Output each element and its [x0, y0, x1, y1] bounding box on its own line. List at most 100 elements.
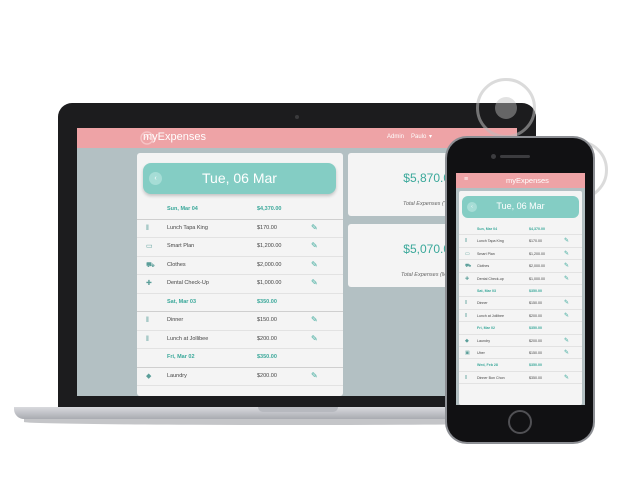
expense-row[interactable]: ◆ Laundry $200.00 ✎ — [137, 368, 343, 386]
hamburger-menu-icon[interactable]: ≡ — [464, 176, 468, 183]
card-icon: ▭ — [146, 243, 153, 250]
group-total: $4,370.00 — [529, 227, 545, 231]
expense-amount: $1,000.00 — [529, 276, 545, 281]
expense-name: Laundry — [167, 372, 187, 379]
restaurant-icon: ǁ — [465, 238, 468, 245]
restaurant-icon: ǁ — [146, 224, 149, 232]
user-name-link[interactable]: Paulo — [411, 134, 426, 140]
edit-pencil-icon[interactable]: ✎ — [311, 278, 318, 287]
edit-pencil-icon[interactable]: ✎ — [564, 262, 569, 269]
group-total: $350.00 — [529, 363, 542, 368]
expense-row[interactable]: ǁ Lunch at Jollibee $200.00 ✎ — [459, 310, 582, 323]
expense-name: Dinner — [477, 301, 488, 306]
edit-pencil-icon[interactable]: ✎ — [564, 299, 569, 306]
laptop-camera — [295, 115, 299, 119]
group-date: Sat, Mar 03 — [477, 288, 496, 293]
date-group-header: Sat, Mar 03 $350.00 — [137, 294, 343, 312]
date-group-header: Sun, Mar 04 $4,370.00 — [459, 223, 582, 236]
edit-pencil-icon[interactable]: ✎ — [311, 241, 318, 250]
expense-name: Uber — [477, 350, 485, 355]
expense-amount: $200.00 — [529, 313, 542, 318]
edit-pencil-icon[interactable]: ✎ — [311, 260, 318, 269]
mobile-expense-list: Sun, Mar 04 $4,370.00 ǁ Lunch Tapa King $170… — [459, 223, 582, 385]
brand-name[interactable]: myExpenses — [506, 176, 549, 185]
expense-list-panel: ‹ Tue, 06 Mar Sun, Mar 04 $4,370.00 ǁ Lunch… — [137, 153, 343, 396]
expense-name: Lunch at Jollibee — [477, 313, 504, 318]
expense-row[interactable]: ▭ Smart Plan $1,200.00 ✎ — [137, 238, 343, 257]
restaurant-icon: ǁ — [146, 317, 149, 324]
expense-amount: $1,200.00 — [529, 251, 545, 256]
restaurant-icon: ǁ — [465, 374, 468, 381]
expense-row[interactable]: ǁ Dinner Bon Chon $350.00 ✎ — [459, 372, 582, 385]
expense-name: Dinner — [167, 317, 184, 323]
group-date: Sat, Mar 03 — [167, 298, 197, 305]
edit-pencil-icon[interactable]: ✎ — [311, 223, 318, 232]
group-date: Sun, Mar 04 — [477, 227, 498, 231]
expense-amount: $1,000.00 — [257, 280, 282, 286]
card-icon: ▭ — [465, 250, 470, 257]
expense-amount: $150.00 — [529, 350, 542, 355]
expense-row[interactable]: ✚ Dental Check-up $1,000.00 ✎ — [459, 273, 582, 285]
expense-name: Clothes — [167, 261, 186, 268]
expense-row[interactable]: ǁ Dinner $150.00 ✎ — [137, 312, 343, 331]
mobile-expense-panel: ‹ Tue, 06 Mar Sun, Mar 04 $4,370.00 ǁ Lunch… — [459, 191, 582, 405]
device-mockup: myExpenses Admin Paulo ▾ ‹ Tue, 06 Mar S… — [0, 0, 640, 480]
brand-name[interactable]: myExpenses — [143, 131, 206, 143]
expense-row[interactable]: ǁ Lunch Tapa King $170.00 ✎ — [137, 220, 343, 238]
expense-name: Smart Plan — [167, 243, 195, 249]
car-icon: ▣ — [465, 349, 470, 356]
edit-pencil-icon[interactable]: ✎ — [564, 237, 569, 244]
group-date: Fri, Mar 02 — [167, 354, 195, 360]
expense-amount: $350.00 — [529, 375, 542, 380]
current-date: Tue, 06 Mar — [496, 201, 545, 211]
user-role-link[interactable]: Admin — [387, 134, 404, 140]
expense-row[interactable]: ▭ Smart Plan $1,200.00 ✎ — [459, 248, 582, 261]
expense-name: Lunch at Jollibee — [167, 335, 209, 342]
expense-row[interactable]: ⛟ Clothes $2,000.00 ✎ — [459, 260, 582, 273]
expense-amount: $170.00 — [529, 239, 542, 244]
phone-speaker — [500, 155, 530, 158]
group-total: $350.00 — [257, 354, 277, 360]
mobile-date-header: ‹ Tue, 06 Mar — [462, 196, 579, 218]
expense-row[interactable]: ǁ Dinner $150.00 ✎ — [459, 297, 582, 310]
tag-icon: ◆ — [465, 337, 469, 344]
restaurant-icon: ǁ — [465, 312, 468, 319]
date-group-header: Fri, Mar 02 $350.00 — [137, 349, 343, 368]
edit-pencil-icon[interactable]: ✎ — [564, 275, 569, 282]
expense-row[interactable]: ǁ Lunch at Jollibee $200.00 ✎ — [137, 331, 343, 349]
chevron-down-icon[interactable]: ▾ — [429, 133, 432, 140]
phone-screen: ≡ myExpenses ‹ Tue, 06 Mar Sun, Mar 04 $4… — [456, 173, 585, 405]
expense-row[interactable]: ǁ Lunch Tapa King $170.00 ✎ — [459, 235, 582, 248]
expense-row[interactable]: ⛟ Clothes $2,000.00 ✎ — [137, 257, 343, 275]
expense-row[interactable]: ◆ Laundry $200.00 ✎ — [459, 335, 582, 347]
laptop-notch — [258, 407, 338, 412]
expense-amount: $1,200.00 — [257, 243, 282, 249]
expense-row[interactable]: ▣ Uber $150.00 ✎ — [459, 347, 582, 360]
expense-amount: $2,000.00 — [257, 261, 282, 268]
edit-pencil-icon[interactable]: ✎ — [311, 334, 318, 343]
edit-pencil-icon[interactable]: ✎ — [311, 315, 318, 324]
expense-row[interactable]: ✚ Dental Check-Up $1,000.00 ✎ — [137, 275, 343, 294]
group-total: $350.00 — [257, 298, 277, 305]
edit-pencil-icon[interactable]: ✎ — [564, 312, 569, 319]
edit-pencil-icon[interactable]: ✎ — [564, 337, 569, 344]
mobile-navbar: ≡ myExpenses — [456, 173, 585, 188]
home-button[interactable] — [508, 410, 532, 434]
expense-amount: $170.00 — [257, 224, 277, 231]
expense-name: Lunch Tapa King — [167, 224, 208, 231]
expense-amount: $2,000.00 — [529, 264, 545, 269]
edit-pencil-icon[interactable]: ✎ — [564, 250, 569, 257]
expense-amount: $200.00 — [257, 372, 277, 379]
cart-icon: ⛟ — [146, 261, 155, 269]
date-group-header: Sat, Mar 03 $350.00 — [459, 285, 582, 298]
expense-name: Smart Plan — [477, 251, 495, 256]
date-group-header: Fri, Mar 02 $350.00 — [459, 322, 582, 335]
group-date: Wed, Feb 28 — [477, 363, 498, 368]
cart-icon: ⛟ — [465, 263, 472, 270]
expense-list: Sun, Mar 04 $4,370.00 ǁ Lunch Tapa King $170… — [137, 201, 343, 386]
group-total: $350.00 — [529, 288, 542, 293]
edit-pencil-icon[interactable]: ✎ — [564, 349, 569, 356]
date-group-header: Wed, Feb 28 $350.00 — [459, 359, 582, 372]
edit-pencil-icon[interactable]: ✎ — [311, 371, 318, 380]
edit-pencil-icon[interactable]: ✎ — [564, 374, 569, 381]
